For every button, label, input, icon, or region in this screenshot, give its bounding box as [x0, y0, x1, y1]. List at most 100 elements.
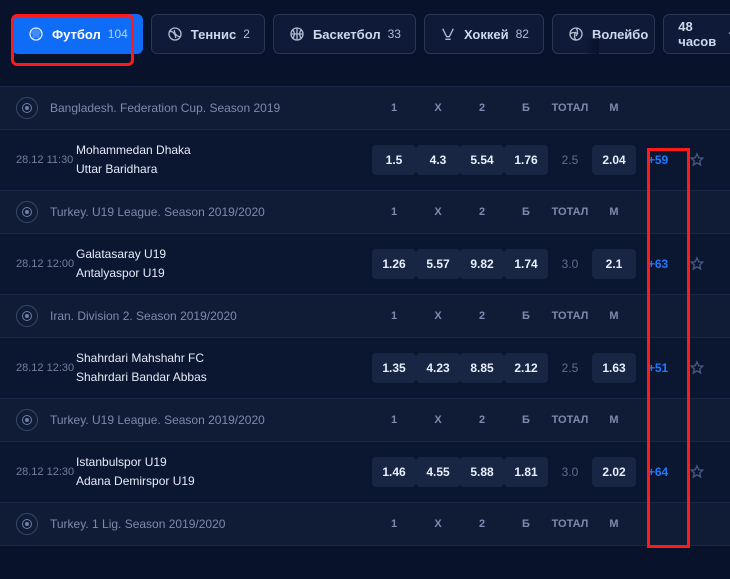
league-name: Turkey. 1 Lig. Season 2019/2020 [50, 517, 372, 531]
favorite-toggle[interactable] [680, 152, 714, 168]
odds-over[interactable]: 2.12 [504, 353, 548, 383]
col-under: М [592, 102, 636, 114]
col-under: М [592, 414, 636, 426]
col-under: М [592, 518, 636, 530]
team-away: Shahrdari Bandar Abbas [76, 369, 372, 386]
match-teams[interactable]: Mohammedan Dhaka Uttar Baridhara [76, 142, 372, 178]
sport-tab-count: 82 [516, 27, 529, 41]
sport-tab-count: 2 [243, 27, 250, 41]
odds-x[interactable]: 5.57 [416, 249, 460, 279]
sport-tabs-bar: Футбол 104 Теннис 2 Баскетбол 33 Хоккей … [0, 0, 730, 68]
odds-1[interactable]: 1.26 [372, 249, 416, 279]
odds-over[interactable]: 1.81 [504, 457, 548, 487]
odds-under[interactable]: 1.63 [592, 353, 636, 383]
chevron-down-icon [726, 28, 730, 40]
sport-tab-hockey[interactable]: Хоккей 82 [424, 14, 544, 54]
more-markets-link[interactable]: +63 [636, 257, 680, 271]
col-total: ТОТАЛ [548, 518, 592, 530]
col-1: 1 [372, 102, 416, 114]
match-teams[interactable]: Shahrdari Mahshahr FC Shahrdari Bandar Ab… [76, 350, 372, 386]
more-markets-link[interactable]: +64 [636, 465, 680, 479]
league-header[interactable]: Iran. Division 2. Season 2019/20201Х2БТО… [0, 294, 730, 338]
league-name: Bangladesh. Federation Cup. Season 2019 [50, 101, 372, 115]
col-2: 2 [460, 206, 504, 218]
col-2: 2 [460, 518, 504, 530]
odds-x[interactable]: 4.55 [416, 457, 460, 487]
sport-tab-volleyball[interactable]: Волейбо [552, 14, 655, 54]
odds-2[interactable]: 5.54 [460, 145, 504, 175]
tabs-overflow-fade [583, 38, 599, 74]
odds-2[interactable]: 8.85 [460, 353, 504, 383]
odds-1[interactable]: 1.5 [372, 145, 416, 175]
col-2: 2 [460, 102, 504, 114]
odds-under[interactable]: 2.04 [592, 145, 636, 175]
match-datetime: 28.12 12:30 [16, 465, 76, 479]
team-home: Mohammedan Dhaka [76, 142, 372, 159]
sport-tab-football[interactable]: Футбол 104 [12, 14, 143, 54]
team-away: Uttar Baridhara [76, 161, 372, 178]
col-over: Б [504, 102, 548, 114]
match-datetime: 28.12 11:30 [16, 153, 76, 167]
col-under: М [592, 206, 636, 218]
col-2: 2 [460, 310, 504, 322]
col-over: Б [504, 310, 548, 322]
league-header[interactable]: Bangladesh. Federation Cup. Season 20191… [0, 86, 730, 130]
odds-under[interactable]: 2.02 [592, 457, 636, 487]
favorite-toggle[interactable] [680, 360, 714, 376]
odds-1[interactable]: 1.35 [372, 353, 416, 383]
league-header[interactable]: Turkey. U19 League. Season 2019/20201Х2Б… [0, 398, 730, 442]
odds-over[interactable]: 1.74 [504, 249, 548, 279]
col-x: Х [416, 310, 460, 322]
odds-over[interactable]: 1.76 [504, 145, 548, 175]
col-x: Х [416, 102, 460, 114]
odds-total-line: 3.0 [548, 249, 592, 279]
odds-1[interactable]: 1.46 [372, 457, 416, 487]
col-over: Б [504, 414, 548, 426]
league-icon [16, 201, 38, 223]
match-teams[interactable]: Istanbulspor U19Adana Demirspor U19 [76, 454, 372, 490]
team-away: Adana Demirspor U19 [76, 473, 372, 490]
match-row: 28.12 12:30Shahrdari Mahshahr FCShahrdar… [0, 338, 730, 398]
col-total: ТОТАЛ [548, 414, 592, 426]
league-header[interactable]: Turkey. 1 Lig. Season 2019/20201Х2БТОТАЛ… [0, 502, 730, 546]
league-icon [16, 305, 38, 327]
league-name: Turkey. U19 League. Season 2019/2020 [50, 413, 372, 427]
sport-tab-basketball[interactable]: Баскетбол 33 [273, 14, 416, 54]
league-icon [16, 97, 38, 119]
time-filter-dropdown[interactable]: 48 часов [663, 14, 730, 54]
more-markets-link[interactable]: +51 [636, 361, 680, 375]
match-teams[interactable]: Galatasaray U19Antalyaspor U19 [76, 246, 372, 282]
col-over: Б [504, 518, 548, 530]
league-name: Turkey. U19 League. Season 2019/2020 [50, 205, 372, 219]
sport-tab-count: 104 [108, 27, 128, 41]
col-over: Б [504, 206, 548, 218]
tennis-icon [166, 25, 184, 43]
favorite-toggle[interactable] [680, 256, 714, 272]
league-icon [16, 409, 38, 431]
odds-2[interactable]: 5.88 [460, 457, 504, 487]
odds-total-line: 2.5 [548, 353, 592, 383]
col-under: М [592, 310, 636, 322]
sport-tab-tennis[interactable]: Теннис 2 [151, 14, 265, 54]
col-total: ТОТАЛ [548, 310, 592, 322]
match-datetime: 28.12 12:30 [16, 361, 76, 375]
league-header[interactable]: Turkey. U19 League. Season 2019/20201Х2Б… [0, 190, 730, 234]
odds-x[interactable]: 4.23 [416, 353, 460, 383]
sport-tab-label: Баскетбол [313, 27, 381, 42]
sport-tab-count: 33 [388, 27, 401, 41]
col-1: 1 [372, 414, 416, 426]
col-x: Х [416, 206, 460, 218]
sport-tab-label: Теннис [191, 27, 236, 42]
team-home: Shahrdari Mahshahr FC [76, 350, 372, 367]
col-2: 2 [460, 414, 504, 426]
match-row: 28.12 12:00Galatasaray U19Antalyaspor U1… [0, 234, 730, 294]
col-x: Х [416, 414, 460, 426]
odds-x[interactable]: 4.3 [416, 145, 460, 175]
sport-tab-label: Футбол [52, 27, 101, 42]
favorite-toggle[interactable] [680, 464, 714, 480]
match-datetime: 28.12 12:00 [16, 257, 76, 271]
odds-2[interactable]: 9.82 [460, 249, 504, 279]
odds-under[interactable]: 2.1 [592, 249, 636, 279]
matches-list: Bangladesh. Federation Cup. Season 20191… [0, 86, 730, 546]
more-markets-link[interactable]: +59 [636, 153, 680, 167]
